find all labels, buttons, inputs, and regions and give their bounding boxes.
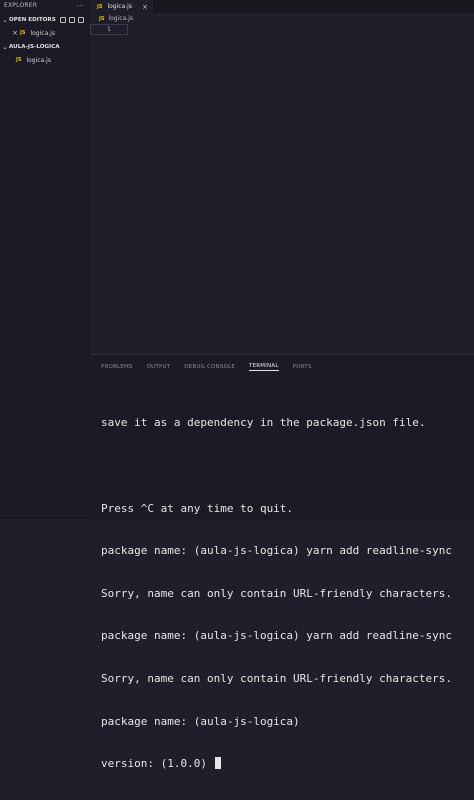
tab-output[interactable]: OUTPUT (147, 364, 171, 370)
new-file-icon[interactable] (59, 17, 66, 23)
open-editors-label: OPEN EDITORS (9, 17, 56, 23)
terminal-line: version: (1.0.0) (101, 757, 214, 771)
js-file-icon: JS (99, 15, 105, 22)
editor-tab-logica[interactable]: JS logica.js × (90, 0, 153, 13)
workspace-label: AULA-JS-LOGICA (9, 44, 60, 50)
terminal-line: package name: (aula-js-logica) yarn add … (101, 544, 452, 558)
line-input[interactable]: 1 (90, 24, 128, 35)
tab-terminal[interactable]: TERMINAL (249, 363, 279, 371)
terminal-cursor (214, 757, 221, 770)
terminal-line: save it as a dependency in the package.j… (101, 416, 426, 430)
open-editors-section[interactable]: ⌄ OPEN EDITORS (0, 13, 90, 27)
editor-tab-bar: JS logica.js × (90, 0, 474, 13)
js-file-icon: JS (20, 30, 26, 36)
tab-problems[interactable]: PROBLEMS (101, 364, 133, 370)
open-editor-item[interactable]: × JS logica.js (0, 27, 90, 39)
tab-debug-console[interactable]: DEBUG CONSOLE (184, 364, 235, 370)
close-icon[interactable]: × (12, 29, 20, 37)
bottom-panel: PROBLEMS OUTPUT DEBUG CONSOLE TERMINAL P… (90, 354, 474, 770)
breadcrumb[interactable]: JS logica.js (90, 13, 133, 24)
chevron-down-icon[interactable]: ⌄ (1, 44, 9, 51)
open-editors-actions (59, 17, 84, 23)
workspace-file-item[interactable]: JS logica.js (0, 54, 90, 66)
breadcrumb-filename: logica.js (108, 15, 133, 22)
panel-tabs: PROBLEMS OUTPUT DEBUG CONSOLE TERMINAL P… (90, 355, 474, 378)
terminal-line: Sorry, name can only contain URL-friendl… (101, 672, 452, 686)
workspace-section[interactable]: ⌄ AULA-JS-LOGICA (0, 40, 90, 54)
terminal-line: Sorry, name can only contain URL-friendl… (101, 586, 452, 600)
explorer-header: EXPLORER ··· (0, 0, 90, 11)
tab-ports[interactable]: PORTS (293, 364, 312, 370)
js-file-icon: JS (97, 3, 103, 10)
chevron-down-icon[interactable]: ⌄ (1, 17, 9, 24)
save-all-icon[interactable] (68, 17, 75, 23)
explorer-title: EXPLORER (4, 2, 38, 9)
terminal-line: package name: (aula-js-logica) yarn add … (101, 629, 452, 643)
open-editor-filename: logica.js (30, 29, 55, 37)
tab-label: logica.js (107, 3, 132, 10)
workspace-filename: logica.js (26, 56, 51, 64)
terminal-prompt-line: version: (1.0.0) (101, 757, 474, 771)
explorer-sidebar: EXPLORER ··· ⌄ OPEN EDITORS × JS logica.… (0, 0, 90, 519)
more-actions-icon[interactable]: ··· (77, 2, 84, 10)
close-icon[interactable]: × (142, 3, 148, 11)
terminal-line: Press ^C at any time to quit. (101, 501, 294, 515)
close-all-icon[interactable] (77, 17, 84, 23)
terminal-output[interactable]: save it as a dependency in the package.j… (90, 378, 474, 800)
terminal-line: package name: (aula-js-logica) (101, 714, 300, 728)
js-file-icon: JS (16, 57, 22, 63)
